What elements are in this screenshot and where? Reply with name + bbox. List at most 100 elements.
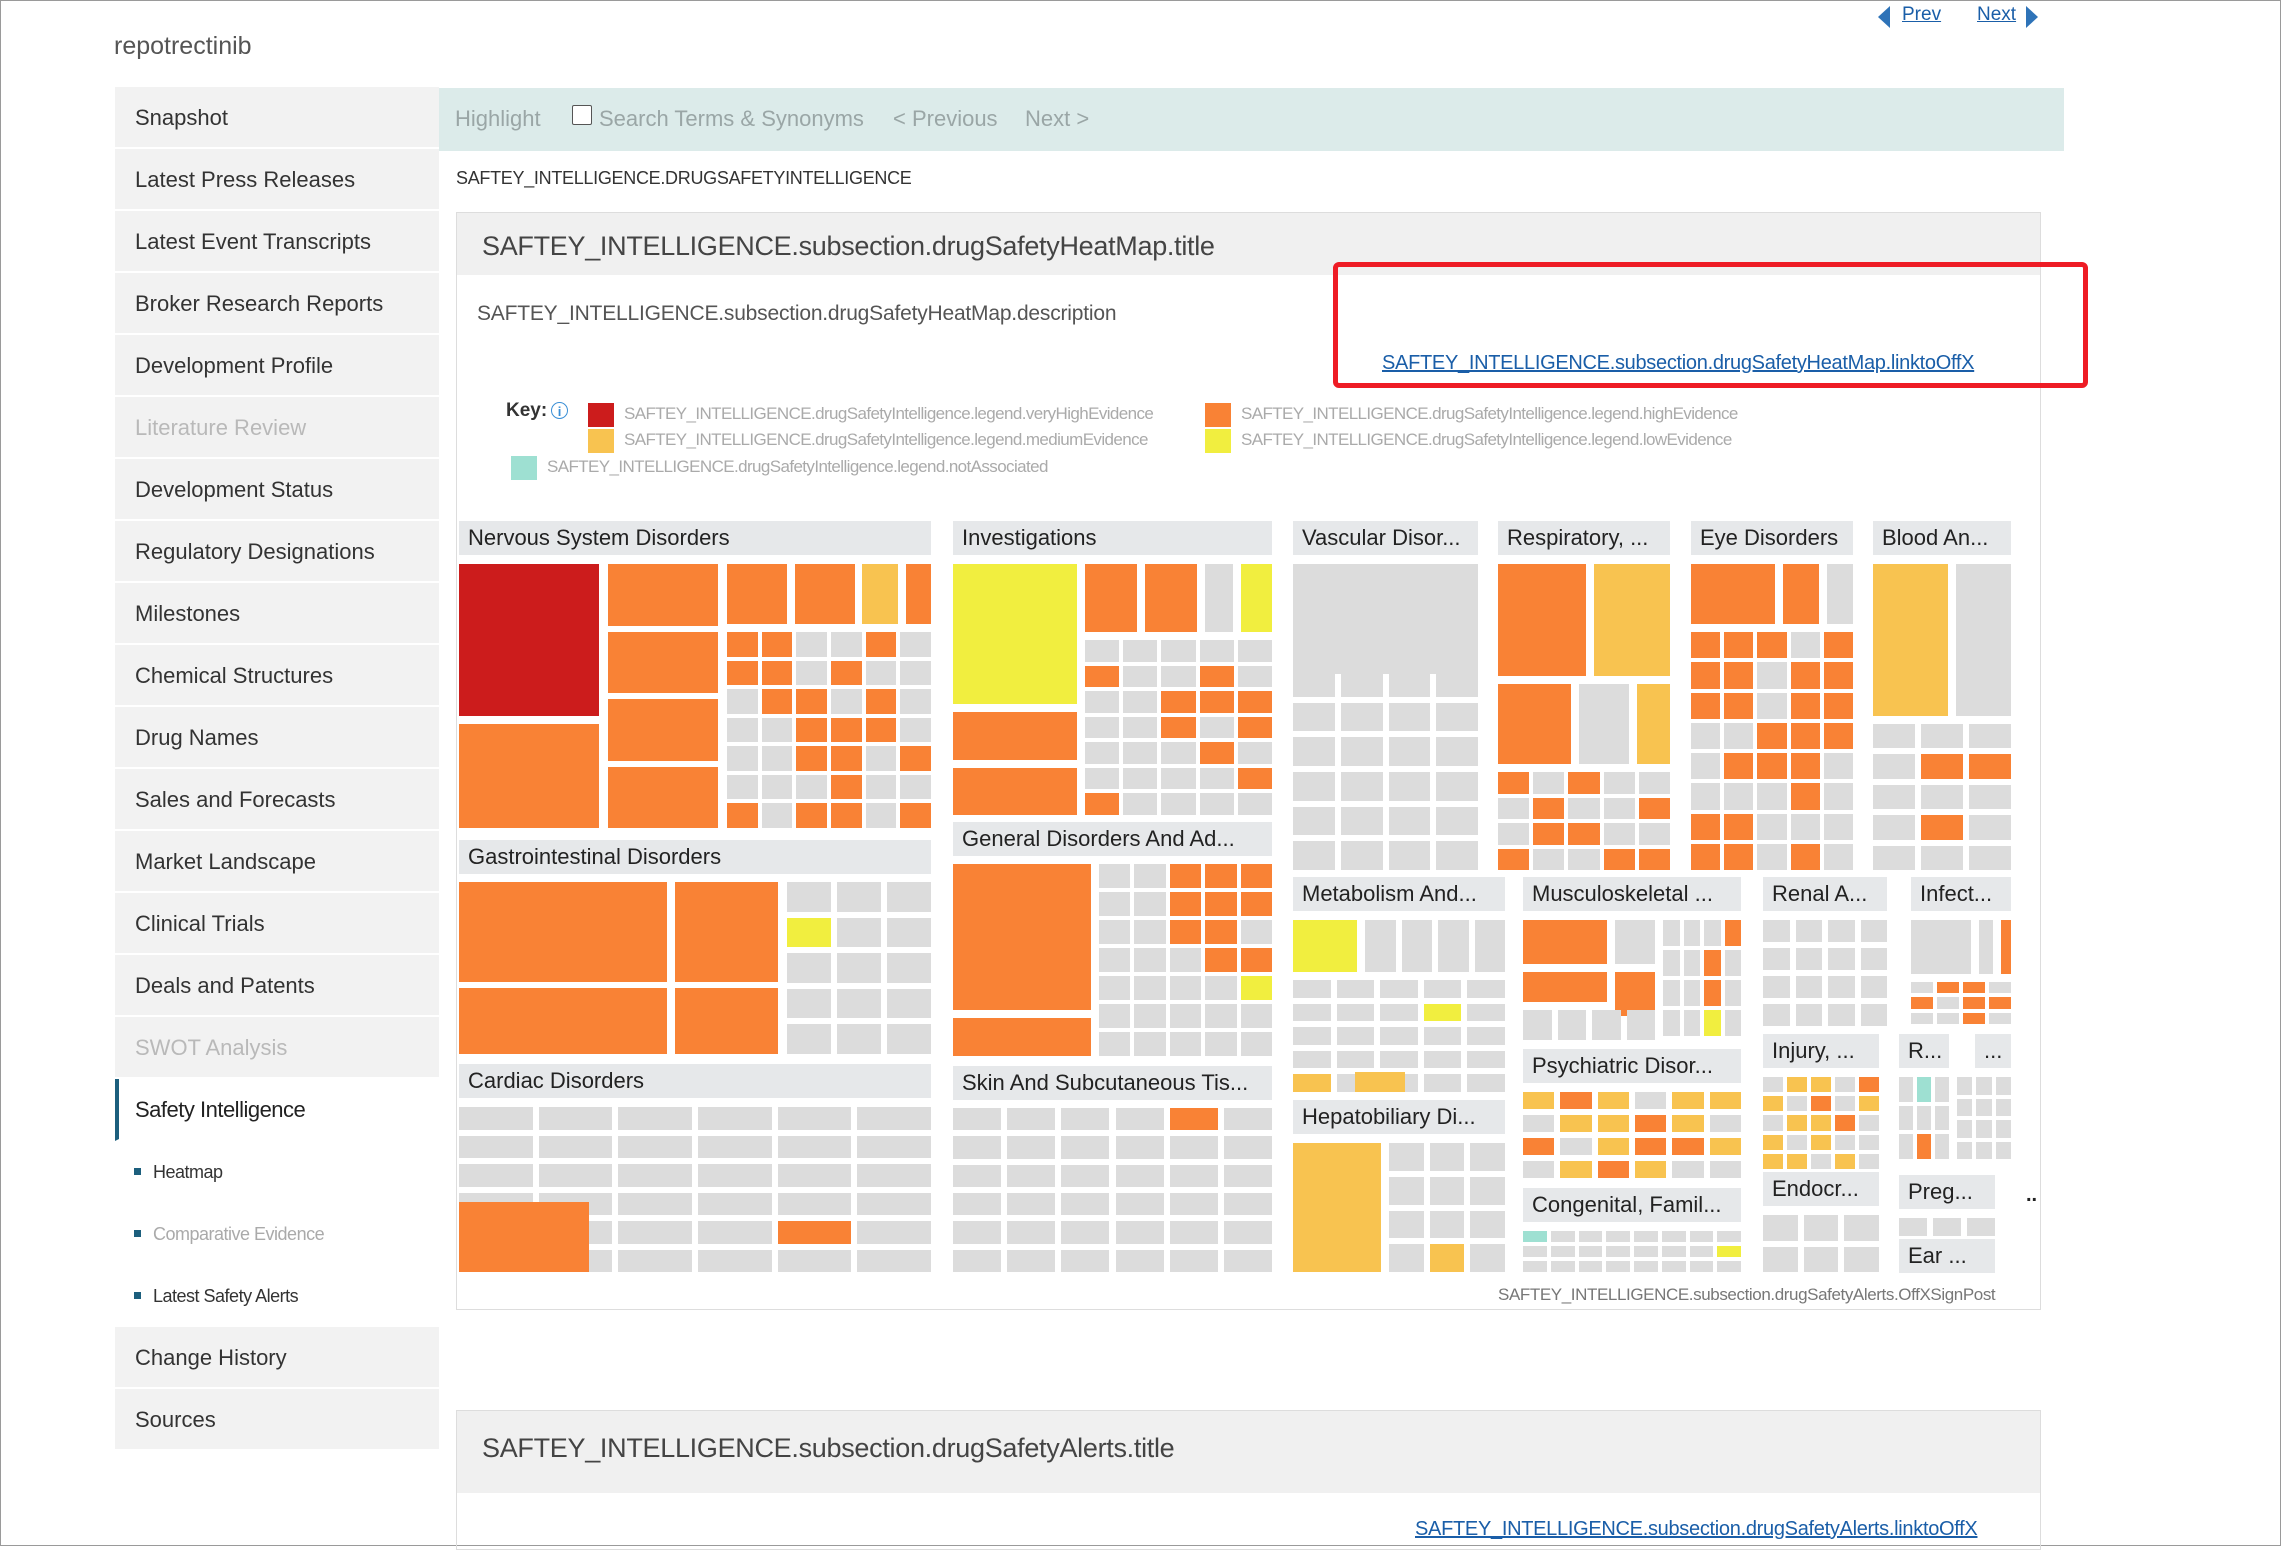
treemap-group-header[interactable]: Preg... bbox=[1899, 1175, 1995, 1209]
treemap-cell[interactable] bbox=[857, 1192, 931, 1215]
treemap-cell[interactable] bbox=[1223, 1164, 1272, 1187]
treemap-cell[interactable] bbox=[608, 564, 718, 626]
treemap-cell[interactable] bbox=[1691, 692, 1721, 719]
treemap-cell[interactable] bbox=[1638, 848, 1670, 870]
treemap-cell[interactable] bbox=[1115, 1193, 1164, 1216]
treemap-cell[interactable] bbox=[1533, 848, 1565, 870]
treemap-cell[interactable] bbox=[787, 917, 831, 948]
treemap-cell[interactable] bbox=[761, 717, 793, 743]
treemap-cell[interactable] bbox=[900, 774, 931, 800]
treemap-cell[interactable] bbox=[1689, 1246, 1714, 1257]
treemap-cell[interactable] bbox=[953, 1164, 1002, 1187]
treemap-cell[interactable] bbox=[1205, 1032, 1237, 1056]
treemap-cell[interactable] bbox=[831, 746, 862, 771]
treemap-cell[interactable] bbox=[1635, 1115, 1667, 1132]
treemap-cell[interactable] bbox=[1757, 662, 1787, 689]
treemap-cell[interactable] bbox=[831, 632, 862, 657]
treemap-group-header[interactable]: Cardiac Disorders bbox=[459, 1064, 931, 1098]
treemap-cell[interactable] bbox=[538, 1135, 613, 1158]
treemap-group-header[interactable]: Vascular Disor... bbox=[1293, 521, 1478, 555]
treemap-cell[interactable] bbox=[1389, 1244, 1424, 1272]
treemap-cell[interactable] bbox=[1844, 1215, 1879, 1241]
treemap-cell[interactable] bbox=[1976, 1120, 1992, 1138]
treemap-cell[interactable] bbox=[1388, 702, 1431, 732]
sidebar-item-snapshot[interactable]: Snapshot bbox=[115, 87, 439, 149]
treemap-cell[interactable] bbox=[1635, 1138, 1667, 1155]
treemap-cell[interactable] bbox=[837, 953, 881, 983]
treemap-cell[interactable] bbox=[459, 1135, 533, 1158]
treemap-cell[interactable] bbox=[1085, 665, 1120, 688]
treemap-cell[interactable] bbox=[1340, 806, 1383, 836]
treemap-cell[interactable] bbox=[1935, 1134, 1949, 1159]
treemap-cell[interactable] bbox=[887, 1024, 931, 1054]
treemap-cell[interactable] bbox=[1380, 980, 1418, 998]
treemap-cell[interactable] bbox=[1790, 843, 1820, 870]
next-link[interactable]: Next bbox=[1977, 4, 2016, 26]
treemap-cell[interactable] bbox=[1240, 1004, 1272, 1028]
treemap-cell[interactable] bbox=[1638, 797, 1670, 819]
treemap-cell[interactable] bbox=[1061, 1193, 1110, 1216]
treemap-cell[interactable] bbox=[1790, 632, 1820, 659]
treemap-cell[interactable] bbox=[1963, 1012, 1985, 1024]
treemap-cell[interactable] bbox=[1293, 806, 1335, 836]
treemap-cell[interactable] bbox=[1606, 1261, 1630, 1272]
treemap-cell[interactable] bbox=[1169, 948, 1202, 972]
treemap-cell[interactable] bbox=[796, 803, 827, 828]
treemap-cell[interactable] bbox=[1123, 793, 1158, 815]
treemap-cell[interactable] bbox=[1899, 1134, 1913, 1159]
treemap-cell[interactable] bbox=[1661, 1231, 1686, 1242]
treemap-cell[interactable] bbox=[538, 1107, 613, 1130]
treemap-cell[interactable] bbox=[1533, 772, 1565, 794]
treemap-cell[interactable] bbox=[698, 1249, 772, 1272]
treemap-cell[interactable] bbox=[953, 564, 1077, 704]
treemap-cell[interactable] bbox=[900, 660, 931, 686]
treemap-cell[interactable] bbox=[1161, 665, 1196, 688]
treemap-cell[interactable] bbox=[1763, 1215, 1798, 1241]
treemap-cell[interactable] bbox=[1823, 632, 1853, 659]
treemap-cell[interactable] bbox=[1763, 1077, 1783, 1093]
treemap-cell[interactable] bbox=[727, 689, 758, 714]
treemap-cell[interactable] bbox=[1205, 976, 1237, 1000]
treemap-cell[interactable] bbox=[953, 1249, 1002, 1272]
treemap-cell[interactable] bbox=[1873, 845, 1915, 870]
treemap-cell[interactable] bbox=[1979, 920, 1993, 974]
treemap-cell[interactable] bbox=[1597, 1161, 1629, 1178]
treemap-cell[interactable] bbox=[698, 1164, 772, 1187]
treemap-cell[interactable] bbox=[727, 632, 758, 657]
treemap-cell[interactable] bbox=[1873, 784, 1915, 810]
treemap-cell[interactable] bbox=[900, 803, 931, 828]
treemap-cell[interactable] bbox=[1380, 1050, 1418, 1069]
treemap-cell[interactable] bbox=[1560, 1115, 1592, 1132]
treemap-cell[interactable] bbox=[1757, 813, 1787, 840]
treemap-cell[interactable] bbox=[1873, 564, 1948, 716]
treemap-cell[interactable] bbox=[1828, 976, 1855, 998]
treemap-cell[interactable] bbox=[1957, 1120, 1973, 1138]
treemap-cell[interactable] bbox=[698, 1135, 772, 1158]
treemap-cell[interactable] bbox=[777, 1249, 852, 1272]
treemap-cell[interactable] bbox=[1423, 1074, 1462, 1092]
sidebar-subitem-comparative-evidence[interactable]: Comparative Evidence bbox=[115, 1203, 439, 1265]
treemap-cell[interactable] bbox=[1859, 1115, 1879, 1131]
treemap-cell[interactable] bbox=[1603, 848, 1635, 870]
treemap-cell[interactable] bbox=[1199, 742, 1234, 764]
sidebar-item-market-landscape[interactable]: Market Landscape bbox=[115, 831, 439, 893]
treemap-cell[interactable] bbox=[1917, 1105, 1931, 1131]
more-groups-marker[interactable]: .. bbox=[2026, 1184, 2037, 1207]
treemap-cell[interactable] bbox=[953, 864, 1091, 1010]
sidebar-item-clinical-trials[interactable]: Clinical Trials bbox=[115, 893, 439, 955]
treemap-cell[interactable] bbox=[1380, 1027, 1418, 1045]
treemap-cell[interactable] bbox=[1560, 1161, 1592, 1178]
treemap-cell[interactable] bbox=[1976, 1141, 1992, 1159]
treemap-cell[interactable] bbox=[727, 803, 758, 828]
treemap-cell[interactable] bbox=[1724, 1010, 1741, 1036]
treemap-cell[interactable] bbox=[1467, 1027, 1505, 1045]
treemap-cell[interactable] bbox=[1691, 662, 1721, 689]
treemap-cell[interactable] bbox=[1533, 823, 1565, 845]
treemap-cell[interactable] bbox=[1603, 823, 1635, 845]
treemap-cell[interactable] bbox=[796, 632, 827, 657]
treemap-cell[interactable] bbox=[1423, 1027, 1462, 1045]
treemap-cell[interactable] bbox=[777, 1135, 852, 1158]
treemap-cell[interactable] bbox=[1388, 772, 1431, 801]
treemap-cell[interactable] bbox=[1099, 1004, 1131, 1028]
treemap-cell[interactable] bbox=[1523, 1138, 1555, 1155]
